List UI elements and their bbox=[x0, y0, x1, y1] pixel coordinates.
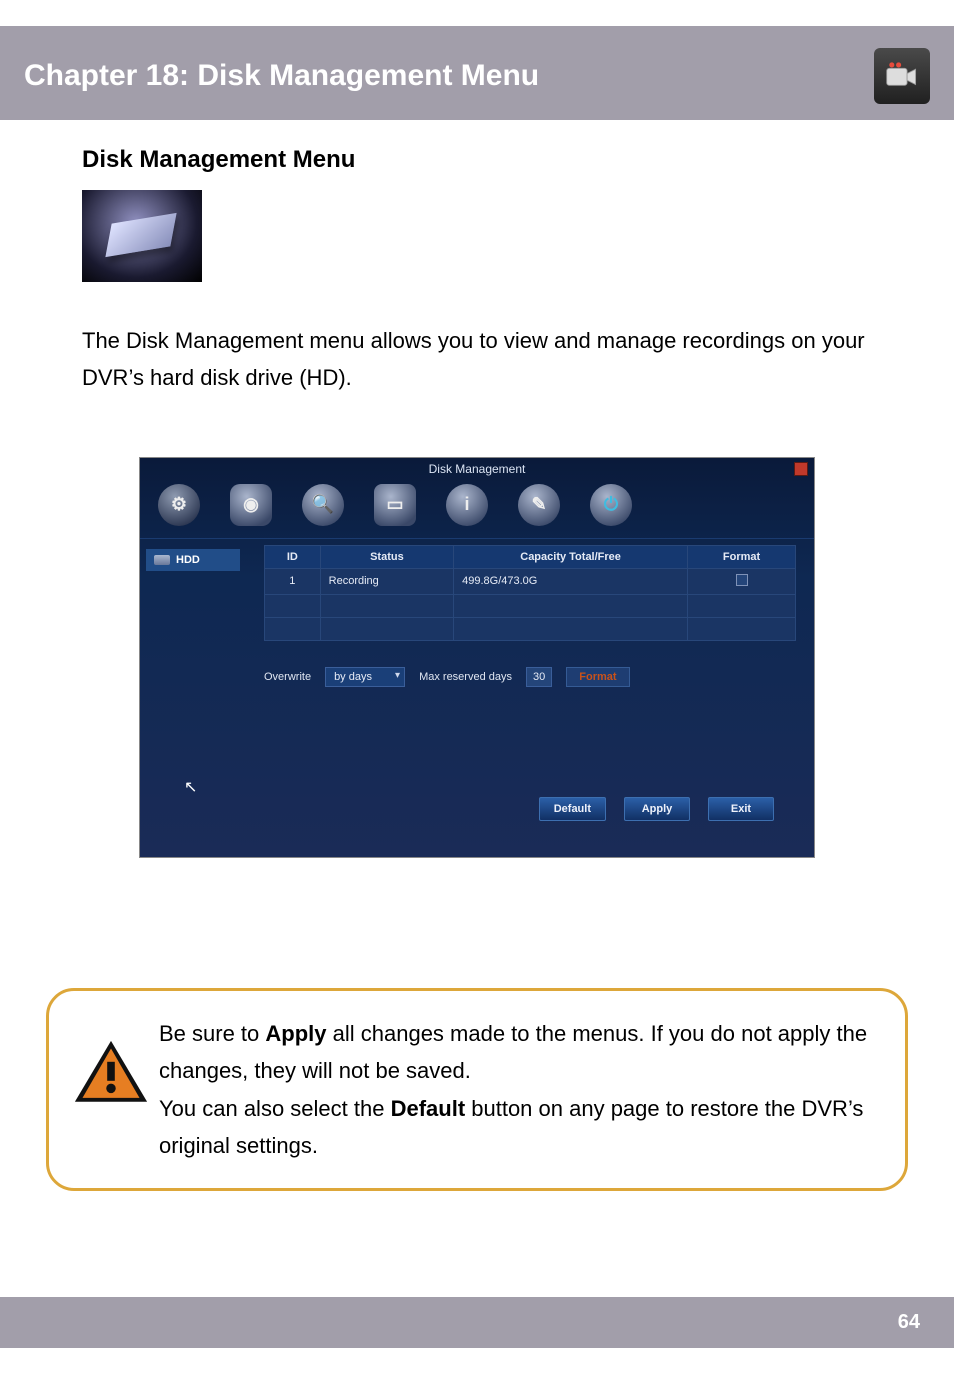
overwrite-select[interactable]: by days bbox=[325, 667, 405, 687]
table-row: 1 Recording 499.8G/473.0G bbox=[265, 568, 796, 594]
max-reserved-input[interactable]: 30 bbox=[526, 667, 552, 687]
page-content: Disk Management Menu The Disk Management… bbox=[0, 120, 954, 908]
overwrite-value: by days bbox=[334, 671, 372, 683]
page-number: 64 bbox=[898, 1311, 920, 1333]
warn-line1a: Be sure to bbox=[159, 1021, 265, 1046]
page-footer: 64 bbox=[0, 1297, 954, 1348]
col-capacity: Capacity Total/Free bbox=[454, 545, 688, 568]
dvr-bottom-buttons: Default Apply Exit bbox=[264, 707, 796, 839]
dvr-main-panel: ID Status Capacity Total/Free Format 1 R… bbox=[246, 539, 814, 857]
sidebar-tab-hdd[interactable]: HDD bbox=[146, 549, 240, 571]
camera-icon bbox=[874, 48, 930, 104]
close-icon[interactable] bbox=[794, 462, 808, 476]
cell-id: 1 bbox=[265, 568, 321, 594]
camera-nav-icon[interactable]: ◉ bbox=[230, 484, 272, 526]
section-heading: Disk Management Menu bbox=[82, 146, 872, 174]
cursor-icon: ↖ bbox=[184, 779, 197, 796]
warning-callout: Be sure to Apply all changes made to the… bbox=[46, 988, 908, 1192]
hdd-table: ID Status Capacity Total/Free Format 1 R… bbox=[264, 545, 796, 641]
settings-icon[interactable]: ⚙ bbox=[158, 484, 200, 526]
checkbox-icon[interactable] bbox=[736, 574, 748, 586]
cell-capacity: 499.8G/473.0G bbox=[454, 568, 688, 594]
dvr-screenshot: Disk Management ⚙ ◉ 🔍 ▭ i ✎ ⏻ HDD ID bbox=[139, 457, 815, 858]
exit-button[interactable]: Exit bbox=[708, 797, 774, 821]
dvr-titlebar: Disk Management bbox=[140, 458, 814, 478]
search-nav-icon[interactable]: 🔍 bbox=[302, 484, 344, 526]
warning-text: Be sure to Apply all changes made to the… bbox=[159, 1015, 879, 1165]
col-format: Format bbox=[688, 545, 796, 568]
info-nav-icon[interactable]: i bbox=[446, 484, 488, 526]
chapter-title: Chapter 18: Disk Management Menu bbox=[24, 59, 539, 93]
warn-bold-apply: Apply bbox=[265, 1021, 326, 1046]
warn-bold-default: Default bbox=[391, 1096, 466, 1121]
hdd-photo bbox=[82, 190, 202, 282]
default-button[interactable]: Default bbox=[539, 797, 606, 821]
dvr-top-nav: ⚙ ◉ 🔍 ▭ i ✎ ⏻ bbox=[140, 478, 814, 538]
max-reserved-label: Max reserved days bbox=[419, 671, 512, 683]
dvr-sidebar: HDD bbox=[140, 539, 246, 857]
tools-nav-icon[interactable]: ✎ bbox=[518, 484, 560, 526]
power-nav-icon[interactable]: ⏻ bbox=[590, 484, 632, 526]
warning-icon bbox=[73, 1039, 149, 1111]
overwrite-label: Overwrite bbox=[264, 671, 311, 683]
table-row bbox=[265, 594, 796, 617]
warn-line2a: You can also select the bbox=[159, 1096, 391, 1121]
overwrite-controls: Overwrite by days Max reserved days 30 F… bbox=[264, 667, 796, 687]
dvr-window-title: Disk Management bbox=[429, 462, 526, 476]
hdd-mini-icon bbox=[154, 555, 170, 565]
cell-format-checkbox[interactable] bbox=[688, 568, 796, 594]
cell-status: Recording bbox=[320, 568, 453, 594]
table-row bbox=[265, 617, 796, 640]
apply-button[interactable]: Apply bbox=[624, 797, 690, 821]
sidebar-tab-label: HDD bbox=[176, 554, 200, 566]
chapter-header-bar: Chapter 18: Disk Management Menu bbox=[0, 26, 954, 120]
disk-nav-icon[interactable]: ▭ bbox=[374, 484, 416, 526]
col-status: Status bbox=[320, 545, 453, 568]
intro-paragraph: The Disk Management menu allows you to v… bbox=[82, 322, 872, 397]
col-id: ID bbox=[265, 545, 321, 568]
format-button[interactable]: Format bbox=[566, 667, 629, 687]
